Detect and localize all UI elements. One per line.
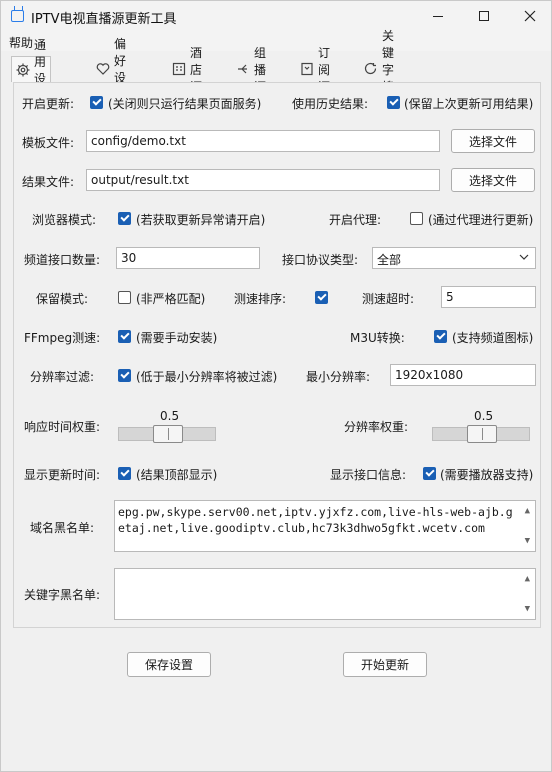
- m3u-desc: (支持频道图标): [452, 331, 534, 345]
- res-weight-slider[interactable]: [432, 425, 530, 443]
- show-time-checkbox[interactable]: [118, 467, 131, 480]
- template-file-choose-button[interactable]: 选择文件: [451, 129, 535, 153]
- res-filter-label: 分辨率过滤:: [30, 370, 95, 384]
- show-info-desc: (需要播放器支持): [440, 468, 534, 482]
- min-res-input[interactable]: 1920x1080: [390, 364, 536, 386]
- search-icon: [364, 62, 378, 76]
- browser-mode-label: 浏览器模式:: [32, 213, 97, 227]
- scroll-down-icon[interactable]: ▼: [525, 533, 530, 549]
- speed-sort-checkbox[interactable]: [315, 291, 328, 304]
- scroll-up-icon[interactable]: ▲: [525, 503, 530, 519]
- res-weight-slider-thumb[interactable]: [467, 425, 497, 443]
- maximize-button[interactable]: [461, 1, 507, 31]
- heart-icon: [96, 62, 110, 76]
- res-filter-checkbox[interactable]: [118, 369, 131, 382]
- result-file-choose-button[interactable]: 选择文件: [451, 168, 535, 192]
- domain-blacklist-textarea[interactable]: epg.pw,skype.serv00.net,iptv.yjxfz.com,l…: [114, 500, 536, 552]
- tv-icon: [11, 10, 24, 22]
- domain-blacklist-text: epg.pw,skype.serv00.net,iptv.yjxfz.com,l…: [118, 505, 513, 535]
- scroll-down-icon[interactable]: ▼: [525, 601, 530, 617]
- proxy-checkbox[interactable]: [410, 212, 423, 225]
- m3u-label: M3U转换:: [350, 331, 405, 345]
- template-file-input[interactable]: config/demo.txt: [86, 130, 440, 152]
- open-update-label: 开启更新:: [22, 97, 75, 111]
- speed-timeout-input[interactable]: 5: [441, 286, 536, 308]
- speed-timeout-label: 测速超时:: [362, 292, 415, 306]
- proxy-desc: (通过代理进行更新): [428, 213, 534, 227]
- protocol-value: 全部: [377, 253, 402, 267]
- save-settings-button[interactable]: 保存设置: [127, 652, 211, 677]
- tab-subscribe[interactable]: 订阅源: [295, 46, 335, 94]
- scroll-up-icon[interactable]: ▲: [525, 571, 530, 587]
- close-button[interactable]: [507, 1, 552, 31]
- tab-multicast[interactable]: 组播源: [231, 46, 271, 94]
- m3u-checkbox[interactable]: [434, 330, 447, 343]
- speed-sort-label: 测速排序:: [234, 292, 287, 306]
- resp-weight-slider[interactable]: [118, 425, 216, 443]
- template-file-label: 模板文件:: [22, 136, 75, 150]
- multicast-icon: [236, 62, 250, 76]
- channel-count-label: 频道接口数量:: [24, 253, 101, 267]
- use-history-label: 使用历史结果:: [292, 97, 369, 111]
- result-file-input[interactable]: output/result.txt: [86, 169, 440, 191]
- result-file-label: 结果文件:: [22, 175, 75, 189]
- open-update-checkbox[interactable]: [90, 96, 103, 109]
- minimize-button[interactable]: [415, 1, 461, 31]
- resp-weight-slider-thumb[interactable]: [153, 425, 183, 443]
- domain-blacklist-label: 域名黑名单:: [30, 521, 95, 535]
- show-info-checkbox[interactable]: [423, 467, 436, 480]
- chevron-down-icon: [519, 252, 529, 265]
- minimize-icon: [433, 15, 443, 17]
- res-weight-value: 0.5: [474, 409, 494, 423]
- subscribe-icon: [300, 62, 314, 76]
- show-time-label: 显示更新时间:: [24, 468, 101, 482]
- tab-general[interactable]: 通用设置: [11, 38, 52, 103]
- protocol-select[interactable]: 全部: [372, 247, 536, 269]
- tab-keyword-search[interactable]: 关键字搜索: [359, 29, 399, 111]
- app-window: IPTV电视直播源更新工具 帮助 通用设置 偏好设置 酒店源: [0, 0, 552, 772]
- res-filter-desc: (低于最小分辨率将被过滤): [136, 370, 278, 384]
- tab-preference[interactable]: 偏好设置: [91, 37, 131, 102]
- resp-weight-label: 响应时间权重:: [24, 420, 101, 434]
- proxy-label: 开启代理:: [329, 213, 382, 227]
- keep-mode-desc: (非严格匹配): [136, 292, 206, 306]
- use-history-desc: (保留上次更新可用结果): [404, 97, 534, 111]
- browser-mode-checkbox[interactable]: [118, 212, 131, 225]
- maximize-icon: [479, 11, 489, 21]
- hotel-icon: [172, 62, 186, 76]
- start-update-button[interactable]: 开始更新: [343, 652, 427, 677]
- gear-icon: [16, 63, 30, 77]
- keyword-blacklist-textarea[interactable]: ▲ ▼: [114, 568, 536, 620]
- keyword-blacklist-label: 关键字黑名单:: [24, 588, 101, 602]
- keep-mode-label: 保留模式:: [36, 292, 89, 306]
- tab-hotel[interactable]: 酒店源: [167, 46, 207, 94]
- res-weight-label: 分辨率权重:: [344, 420, 409, 434]
- close-icon: [524, 10, 536, 22]
- window-title: IPTV电视直播源更新工具: [31, 12, 177, 27]
- menu-help[interactable]: 帮助: [9, 34, 33, 51]
- ffmpeg-label: FFmpeg测速:: [24, 331, 101, 345]
- min-res-label: 最小分辨率:: [306, 370, 371, 384]
- settings-panel: 开启更新: (关闭则只运行结果页面服务) 使用历史结果: (保留上次更新可用结果…: [13, 82, 541, 628]
- open-update-desc: (关闭则只运行结果页面服务): [108, 97, 262, 111]
- show-time-desc: (结果顶部显示): [136, 468, 218, 482]
- resp-weight-value: 0.5: [160, 409, 180, 423]
- channel-count-input[interactable]: 30: [116, 247, 260, 269]
- browser-mode-desc: (若获取更新异常请开启): [136, 213, 266, 227]
- protocol-label: 接口协议类型:: [282, 253, 359, 267]
- keep-mode-checkbox[interactable]: [118, 291, 131, 304]
- ffmpeg-checkbox[interactable]: [118, 330, 131, 343]
- show-info-label: 显示接口信息:: [330, 468, 407, 482]
- use-history-checkbox[interactable]: [387, 96, 400, 109]
- menu-bar: 帮助: [1, 31, 551, 51]
- ffmpeg-desc: (需要手动安装): [136, 331, 218, 345]
- title-bar: IPTV电视直播源更新工具: [1, 1, 551, 31]
